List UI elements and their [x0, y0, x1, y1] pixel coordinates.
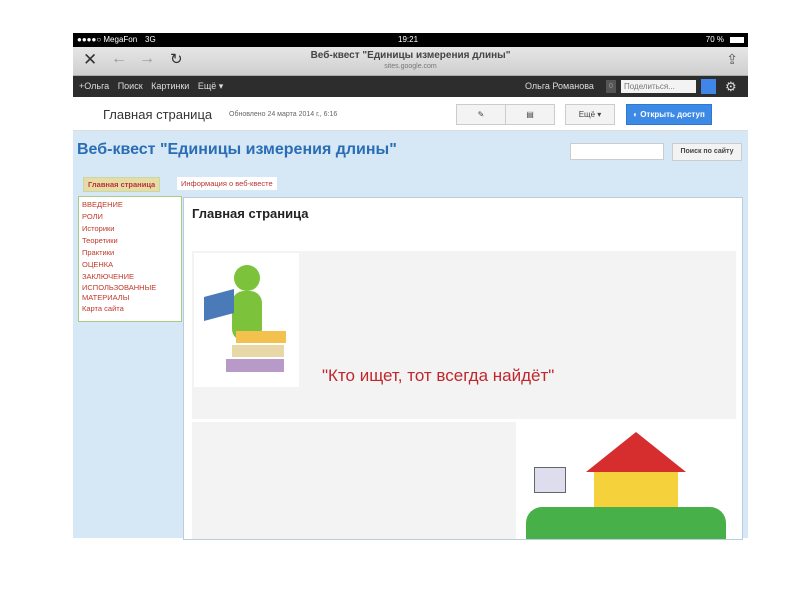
share-input[interactable]: Поделиться... [621, 80, 696, 93]
status-bar: ●●●●○ MegaFon 3G 19:21 70 % [73, 33, 748, 47]
network: 3G [145, 35, 156, 44]
page-name: Главная страница [103, 107, 213, 122]
gbar-item[interactable]: Картинки [151, 81, 189, 91]
tab-home[interactable]: Главная страница [83, 177, 161, 192]
clock: 19:21 [398, 35, 419, 44]
sidebar-item[interactable]: ОЦЕНКА [82, 259, 178, 271]
sidebar-item[interactable]: ЗАКЛЮЧЕНИЕ [82, 271, 178, 283]
more-button[interactable]: Ещё ▾ [565, 104, 615, 125]
page-title: Веб-квест "Единицы измерения длины" [310, 50, 511, 61]
user-name[interactable]: Ольга Романова [525, 76, 594, 97]
pencil-icon: ✎ [477, 110, 485, 119]
battery-level: 70 % [705, 35, 724, 44]
url[interactable]: sites.google.com [73, 63, 748, 70]
sidebar: ВВЕДЕНИЕ РОЛИ Историки Теоретики Практик… [78, 196, 182, 322]
sidebar-item[interactable]: Практики [82, 247, 178, 259]
avatar[interactable] [701, 79, 716, 94]
tab-info[interactable]: Информация о веб-квесте [177, 177, 277, 190]
gbar-item[interactable]: +Ольга [79, 81, 109, 91]
sidebar-item[interactable]: Историки [82, 223, 178, 235]
open-access-button[interactable]: ◐ Открыть доступ [626, 104, 712, 125]
school-image [516, 422, 736, 539]
notification-count[interactable]: 0 [606, 80, 616, 93]
sidebar-item[interactable]: Карта сайта [82, 303, 178, 315]
reading-figure-image [194, 253, 299, 387]
search-input[interactable] [570, 143, 664, 160]
new-page-button[interactable]: ▤ [505, 104, 555, 125]
sidebar-item[interactable]: ИСПОЛЬЗОВАННЫЕ МАТЕРИАЛЫ [82, 283, 178, 303]
open-access-label: Открыть доступ [640, 110, 705, 119]
site-content: Веб-квест "Единицы измерения длины" Поис… [73, 131, 748, 540]
share-icon[interactable]: ⇪ [726, 51, 738, 68]
main-panel: Главная страница "Кто ищет, тот всегда н… [183, 197, 743, 540]
battery-icon [730, 37, 744, 43]
updated-text: Обновлено 24 марта 2014 г., 6:16 [229, 111, 338, 118]
browser-toolbar: ✕ ← → ↻ Веб-квест "Единицы измерения дли… [73, 47, 748, 76]
google-bar: +Ольга Поиск Картинки Ещё ▾ Ольга Романо… [73, 76, 748, 97]
sidebar-item[interactable]: Теоретики [82, 235, 178, 247]
carrier: ●●●●○ MegaFon [77, 35, 138, 44]
gear-icon[interactable]: ⚙ [725, 76, 737, 97]
main-heading: Главная страница [192, 206, 309, 221]
site-title: Веб-квест "Единицы измерения длины" [77, 141, 397, 158]
gbar-item[interactable]: Поиск [118, 81, 143, 91]
search-site-button[interactable]: Поиск по сайту [672, 143, 742, 161]
gbar-item[interactable]: Ещё ▾ [198, 81, 223, 91]
site-header: Главная страница Обновлено 24 марта 2014… [73, 97, 748, 131]
quote: "Кто ищет, тот всегда найдёт" [322, 366, 555, 385]
sidebar-item[interactable]: РОЛИ [82, 211, 178, 223]
page-icon: ▤ [526, 110, 534, 119]
sidebar-item[interactable]: ВВЕДЕНИЕ [82, 199, 178, 211]
banner: "Кто ищет, тот всегда найдёт" [192, 251, 736, 419]
edit-button[interactable]: ✎ [456, 104, 506, 125]
second-banner [192, 422, 736, 539]
